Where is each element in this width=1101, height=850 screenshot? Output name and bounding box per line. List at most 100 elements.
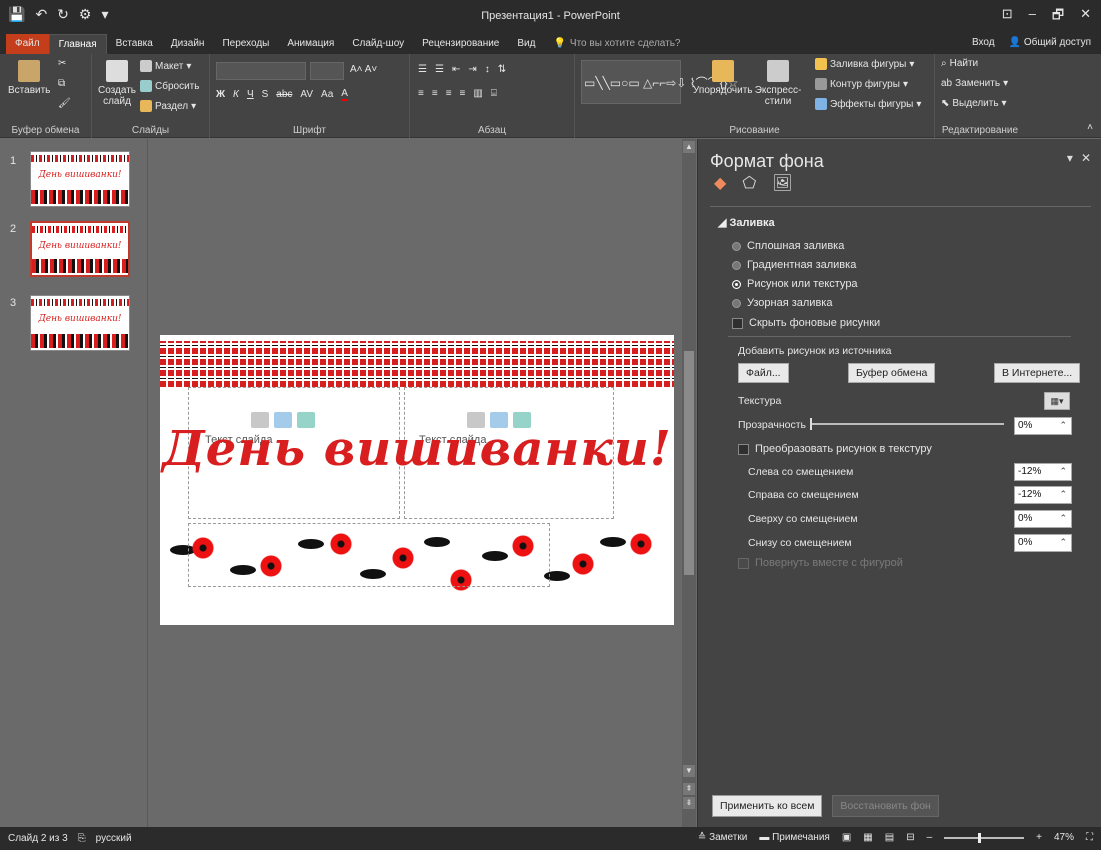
- text-direction-icon[interactable]: ⇅: [498, 64, 506, 75]
- rotate-with-shape-checkbox[interactable]: Повернуть вместе с фигурой: [738, 557, 903, 569]
- indent-icon[interactable]: ⇤: [452, 64, 460, 75]
- collapse-ribbon-icon[interactable]: ˄: [1087, 122, 1093, 133]
- tell-me-box[interactable]: 💡 Что вы хотите сделать?: [544, 34, 689, 54]
- minimize-button[interactable]: –: [1029, 6, 1036, 28]
- radio-gradient-fill[interactable]: Градиентная заливка: [732, 259, 856, 271]
- tab-file[interactable]: Файл: [6, 34, 49, 54]
- spellcheck-icon[interactable]: ⎘: [78, 833, 86, 844]
- underline-button[interactable]: Ч: [247, 89, 254, 100]
- fill-bucket-icon[interactable]: ◆: [714, 173, 726, 193]
- new-slide-button[interactable]: Создать слайд: [98, 60, 136, 107]
- format-painter-icon[interactable]: 🖌: [58, 98, 71, 109]
- apply-all-button[interactable]: Применить ко всем: [712, 795, 823, 817]
- numbering-icon[interactable]: ☰: [435, 64, 444, 75]
- smartart-icon[interactable]: ⌸: [491, 88, 497, 99]
- next-slide-icon[interactable]: ⇟: [683, 797, 695, 809]
- share-button[interactable]: 👤 Общий доступ: [1009, 37, 1091, 48]
- comments-button[interactable]: ▬ Примечания: [759, 832, 830, 843]
- offset-right-input[interactable]: -12%: [1014, 486, 1072, 504]
- online-button[interactable]: В Интернете...: [994, 363, 1081, 383]
- radio-picture-fill[interactable]: Рисунок или текстура: [732, 278, 858, 290]
- restore-button[interactable]: 🗗: [1052, 6, 1064, 28]
- reset-button[interactable]: Сбросить: [140, 80, 199, 92]
- change-case-button[interactable]: Aa: [321, 89, 333, 100]
- scroll-down-icon[interactable]: ▼: [683, 765, 695, 777]
- file-button[interactable]: Файл...: [738, 363, 789, 383]
- find-button[interactable]: ⌕ Найти: [941, 58, 978, 69]
- zoom-slider[interactable]: [944, 832, 1025, 843]
- tab-home[interactable]: Главная: [48, 34, 107, 54]
- scroll-up-icon[interactable]: ▲: [683, 141, 695, 153]
- shape-effects-button[interactable]: Эффекты фигуры ▾: [815, 98, 921, 110]
- line-spacing-icon[interactable]: ↕: [485, 64, 490, 75]
- zoom-knob[interactable]: [978, 832, 982, 843]
- zoom-level[interactable]: 47%: [1054, 832, 1074, 843]
- arrange-button[interactable]: Упорядочить: [693, 60, 753, 96]
- radio-pattern-fill[interactable]: Узорная заливка: [732, 297, 832, 309]
- transparency-slider[interactable]: [810, 418, 1004, 430]
- copy-icon[interactable]: ⧉: [58, 78, 65, 89]
- slide-thumbnail-1[interactable]: День вишиванки!: [30, 151, 130, 207]
- zoom-in-icon[interactable]: +: [1036, 832, 1042, 843]
- notes-button[interactable]: ≙ Заметки: [698, 832, 747, 843]
- radio-solid-fill[interactable]: Сплошная заливка: [732, 240, 844, 252]
- slideshow-view-icon[interactable]: ⊟: [906, 832, 914, 843]
- char-spacing-icon[interactable]: AV: [300, 89, 313, 100]
- font-color-icon[interactable]: A: [341, 88, 348, 101]
- effects-pentagon-icon[interactable]: ⬠: [742, 173, 756, 193]
- tab-view[interactable]: Вид: [508, 34, 544, 54]
- font-size-combo[interactable]: [310, 62, 344, 80]
- hide-bg-checkbox[interactable]: Скрыть фоновые рисунки: [732, 317, 880, 329]
- fit-slide-icon[interactable]: ⛶: [1086, 832, 1093, 843]
- tab-transitions[interactable]: Переходы: [213, 34, 278, 54]
- slide-title[interactable]: День вишиванки!: [160, 421, 674, 477]
- tab-insert[interactable]: Вставка: [107, 34, 162, 54]
- slider-knob[interactable]: [810, 418, 812, 430]
- picture-icon[interactable]: 🖼: [772, 173, 792, 193]
- offset-top-input[interactable]: 0%: [1014, 510, 1072, 528]
- bold-button[interactable]: Ж: [216, 89, 225, 100]
- tab-animation[interactable]: Анимация: [278, 34, 343, 54]
- quick-styles-button[interactable]: Экспресс-стили: [755, 60, 801, 107]
- normal-view-icon[interactable]: ▣: [842, 832, 851, 843]
- texture-dropdown[interactable]: ▦▾: [1044, 392, 1070, 410]
- shape-outline-button[interactable]: Контур фигуры ▾: [815, 78, 908, 90]
- section-button[interactable]: Раздел ▾: [140, 100, 196, 112]
- select-button[interactable]: ⬉ Выделить ▾: [941, 98, 1007, 109]
- slide-thumbnail-2[interactable]: День вишиванки!: [30, 221, 130, 277]
- language-indicator[interactable]: русский: [96, 833, 132, 844]
- strike-button[interactable]: abc: [276, 89, 292, 100]
- current-slide[interactable]: Текст слайда Текст слайда День вишиванки…: [160, 335, 674, 625]
- tab-review[interactable]: Рецензирование: [413, 34, 508, 54]
- zoom-out-icon[interactable]: –: [927, 832, 933, 843]
- grow-font-icon[interactable]: A˄ A˅: [350, 64, 377, 75]
- ribbon-display-icon[interactable]: ⊡: [1002, 6, 1013, 28]
- paste-button[interactable]: Вставить: [8, 60, 50, 96]
- justify-icon[interactable]: ≡: [460, 88, 466, 99]
- align-left-icon[interactable]: ≡: [418, 88, 424, 99]
- font-name-combo[interactable]: [216, 62, 306, 80]
- shapes-gallery[interactable]: ▭╲╲▭○▭ △⌐⌐⇨⇩ ⌇⌒⌒{}☆: [581, 60, 738, 104]
- offset-bottom-input[interactable]: 0%: [1014, 534, 1072, 552]
- signin-link[interactable]: Вход: [972, 37, 995, 48]
- scroll-thumb[interactable]: [684, 351, 694, 575]
- outdent-icon[interactable]: ⇥: [468, 64, 476, 75]
- cut-icon[interactable]: ✂: [58, 58, 66, 69]
- tile-checkbox[interactable]: Преобразовать рисунок в текстуру: [738, 443, 932, 455]
- picture-placeholder[interactable]: [188, 523, 550, 587]
- align-center-icon[interactable]: ≡: [432, 88, 438, 99]
- pane-menu-icon[interactable]: ▾: [1067, 151, 1073, 165]
- tab-slideshow[interactable]: Слайд-шоу: [343, 34, 413, 54]
- clipboard-button[interactable]: Буфер обмена: [848, 363, 936, 383]
- prev-slide-icon[interactable]: ⇞: [683, 783, 695, 795]
- replace-button[interactable]: ab Заменить ▾: [941, 78, 1008, 89]
- close-icon[interactable]: ✕: [1081, 151, 1091, 165]
- reading-view-icon[interactable]: ▤: [885, 832, 894, 843]
- tab-design[interactable]: Дизайн: [162, 34, 214, 54]
- vertical-scrollbar[interactable]: ▲ ▼ ⇞ ⇟: [682, 139, 696, 827]
- layout-button[interactable]: Макет ▾: [140, 60, 191, 72]
- fill-section-header[interactable]: ◢ Заливка: [718, 216, 775, 229]
- close-button[interactable]: ✕: [1080, 6, 1091, 28]
- shadow-button[interactable]: S: [262, 89, 269, 100]
- bullets-icon[interactable]: ☰: [418, 64, 427, 75]
